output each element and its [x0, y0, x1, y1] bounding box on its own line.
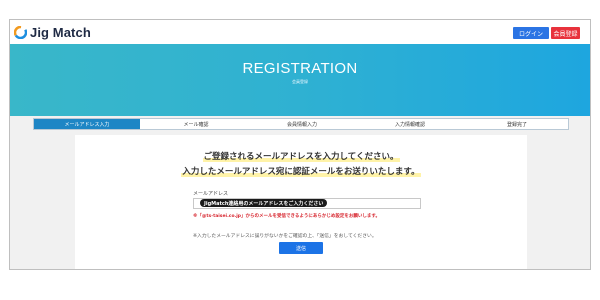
step-review: 入力情報確認	[394, 121, 425, 128]
email-label: メールアドレス	[193, 191, 229, 197]
browser-viewport: Jig Match ログイン 会員登録 REGISTRATION 会員登録 メー…	[9, 19, 591, 270]
lead-highlight: ご登録されるメールアドレスを入力してください。	[202, 152, 400, 162]
page-subtitle: 会員登録	[292, 79, 308, 84]
lead-highlight: 入力したメールアドレス宛に認証メールをお送りいたします。	[181, 167, 421, 177]
step-member-info: 会員情報入力	[286, 121, 317, 128]
app-name: Jig Match	[30, 24, 91, 40]
form-lead-line2: 入力したメールアドレス宛に認証メールをお送りいたします。	[75, 165, 527, 177]
register-button[interactable]: 会員登録	[551, 27, 580, 39]
registration-progress: メールアドレス入力 メール確認 会員情報入力 入力情報確認 登録完了	[33, 118, 569, 130]
step-email-input: メールアドレス入力	[34, 119, 140, 129]
domain-warning: ※「@ts-taisei.co.jp」からのメールを受信できるようにあらかじめ設…	[193, 214, 380, 219]
login-button[interactable]: ログイン	[513, 27, 549, 39]
form-lead-line1: ご登録されるメールアドレスを入力してください。	[75, 150, 527, 162]
registration-form: ご登録されるメールアドレスを入力してください。 入力したメールアドレス宛に認証メ…	[75, 135, 527, 269]
email-tooltip: JigMatch連絡用のメールアドレスをご入力ください	[200, 199, 328, 207]
step-email-confirm: メール確認	[183, 121, 209, 128]
page-banner: REGISTRATION 会員登録	[10, 44, 590, 116]
page-title: REGISTRATION	[242, 60, 358, 77]
confirm-note: ※入力したメールアドレスに誤りがないかをご確認の上、「送信」をおしてください。	[193, 234, 377, 239]
submit-button[interactable]: 送信	[279, 242, 323, 254]
site-header: Jig Match ログイン 会員登録	[10, 20, 590, 44]
site-logo[interactable]: Jig Match	[14, 24, 91, 40]
jig-match-logo-icon	[14, 25, 27, 39]
step-complete: 登録完了	[506, 121, 527, 128]
